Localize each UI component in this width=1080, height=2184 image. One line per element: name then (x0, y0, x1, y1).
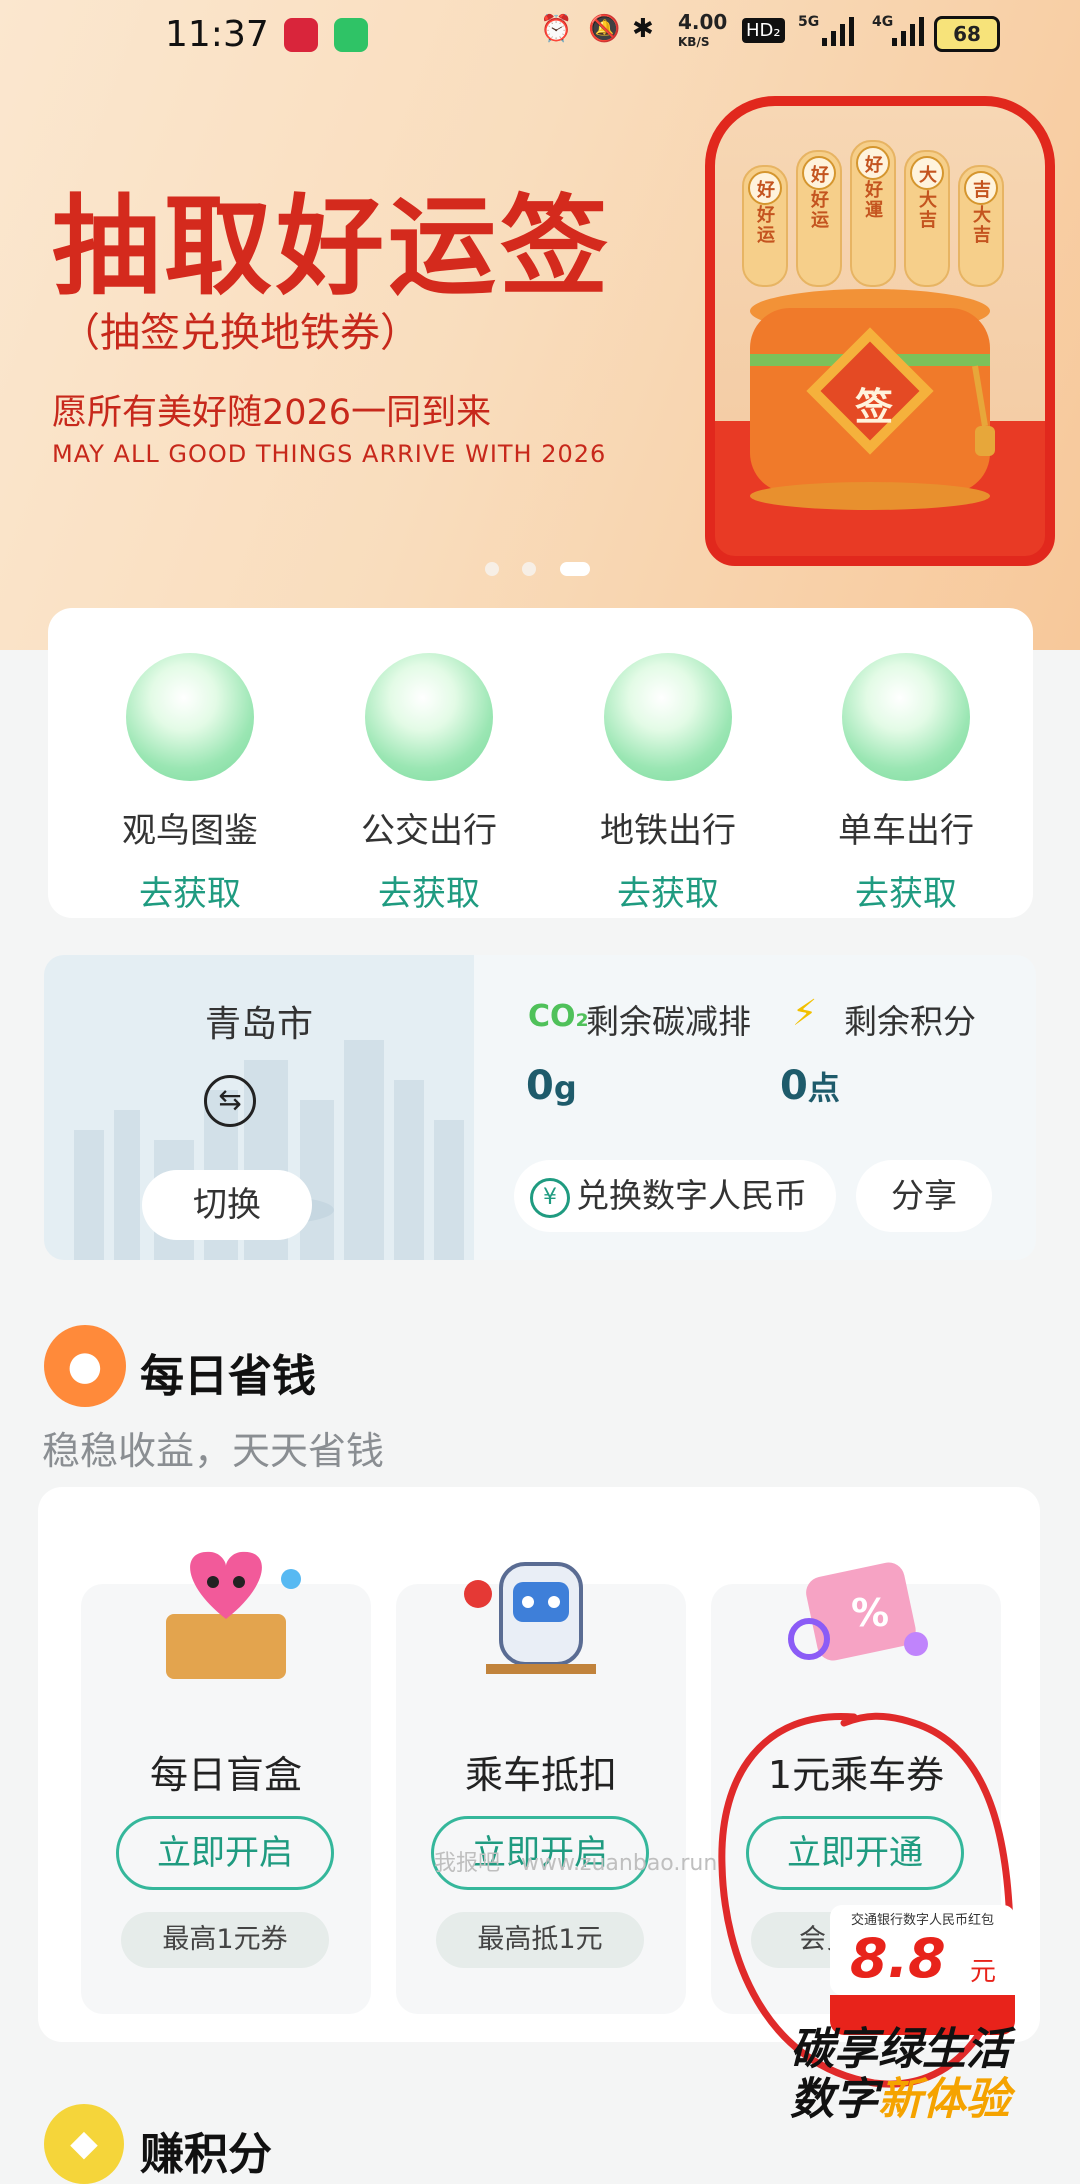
ecny-app-icon (284, 18, 318, 52)
banner-slogan-zh: 愿所有美好随2026一同到来 (52, 393, 492, 433)
status-time: 11:37 (165, 14, 269, 55)
fortune-stick-text: 好運 (865, 180, 883, 221)
alarm-icon: ⏰ (540, 14, 573, 44)
category-bird-guide[interactable]: 观鸟图鉴 去获取 (90, 653, 290, 915)
promo-amount: 8.8 (850, 1927, 946, 1990)
coin-icon: ◆ (44, 2104, 124, 2184)
remaining-carbon-label: 剩余碳减排 (586, 1002, 751, 1041)
category-name: 地铁出行 (600, 811, 736, 851)
bus-icon (365, 653, 493, 781)
section-title-earn-points: 赚积分 (140, 2129, 272, 2180)
piggy-bank-icon: ● (44, 1325, 126, 1407)
bird-guide-icon (126, 653, 254, 781)
ecny-icon: ¥ (530, 1177, 570, 1218)
fortune-stick-top-char: 好 (811, 165, 829, 186)
fortune-stick-top-char: 好 (865, 155, 883, 176)
item-tag: 最高抵1元 (436, 1912, 644, 1968)
metro-icon (604, 653, 732, 781)
signal-4g-icon (890, 14, 930, 52)
open-now-button[interactable]: 立即开启 (116, 1816, 334, 1890)
promo-small-text: 交通银行数字人民币红包 (850, 1913, 994, 1928)
category-bus[interactable]: 公交出行 去获取 (329, 653, 529, 915)
category-get-link[interactable]: 去获取 (806, 866, 1006, 915)
network-speed: 4.00 KB/S (678, 10, 728, 49)
category-get-link[interactable]: 去获取 (90, 866, 290, 915)
section-subtitle-daily-save: 稳稳收益，天天省钱 (42, 1429, 385, 1473)
category-get-link[interactable]: 去获取 (568, 866, 768, 915)
metro-train-icon (464, 1562, 596, 1674)
banner-title: 抽取好运签 (52, 184, 613, 310)
network-5g-label: 5G (798, 14, 820, 30)
category-name: 单车出行 (838, 811, 974, 851)
carousel-dot-3-active[interactable] (560, 562, 590, 576)
heart-gift-box-icon (166, 1551, 301, 1679)
promo-slogan: 碳享绿生活 数字新体验 (790, 2024, 1010, 2125)
lucky-draw-banner[interactable]: 抽取好运签 （抽签兑换地铁券） 愿所有美好随2026一同到来 MAY ALL G… (0, 0, 1080, 650)
category-bike[interactable]: 单车出行 去获取 (806, 653, 1006, 915)
pot-character: 签 (855, 385, 894, 429)
fortune-stick-top-char: 好 (757, 180, 775, 201)
blind-box-item[interactable]: 每日盲盒 立即开启 最高1元券 (81, 1551, 371, 2014)
battery-indicator: 68 (934, 16, 1000, 52)
city-name: 青岛市 (204, 1004, 313, 1045)
fortune-stick-top-char: 大 (919, 165, 937, 186)
points-value: 0点 (780, 1063, 840, 1109)
item-tag: 最高1元券 (121, 1912, 329, 1968)
fortune-stick-text: 大吉 (973, 205, 991, 246)
switch-city-button[interactable]: 切换 (142, 1170, 312, 1240)
banner-slogan-en: MAY ALL GOOD THINGS ARRIVE WITH 2026 (52, 440, 607, 468)
fortune-stick-top-char: 吉 (973, 180, 991, 201)
remaining-points-label: 剩余积分 (844, 1002, 976, 1041)
svg-text:%: % (851, 1591, 889, 1635)
section-title-daily-save: 每日省钱 (140, 1351, 316, 1402)
status-bar: 11:37 ⏰ 🔕 ✱ 4.00 KB/S HD₂ 5G 4G 68 (0, 0, 1080, 66)
exchange-ecny-button[interactable]: ¥ 兑换数字人民币 (514, 1160, 836, 1232)
bluetooth-icon: ✱ (632, 14, 654, 44)
ecny-red-packet-promo[interactable]: 交通银行数字人民币红包 8.8 元 (830, 1905, 1015, 1995)
signal-5g-icon (820, 14, 860, 52)
category-name: 观鸟图鉴 (122, 811, 258, 851)
travel-category-card: 观鸟图鉴 去获取 公交出行 去获取 地铁出行 去获取 单车出行 去获取 (48, 608, 1033, 918)
category-name: 公交出行 (361, 811, 497, 851)
category-metro[interactable]: 地铁出行 去获取 (568, 653, 768, 915)
city-panel: 青岛市 ⇆ 切换 (44, 955, 474, 1260)
category-get-link[interactable]: 去获取 (329, 866, 529, 915)
fortune-stick-text: 大吉 (919, 190, 937, 231)
lightning-icon: ⚡ (792, 993, 818, 1034)
swap-icon[interactable]: ⇆ (204, 1075, 256, 1127)
carbon-points-panel: CO₂ 剩余碳减排 ⚡ 剩余积分 0g 0点 ¥ 兑换数字人民币 分享 (474, 955, 1036, 1260)
bike-icon (842, 653, 970, 781)
item-name: 每日盲盒 (149, 1753, 302, 1797)
share-button[interactable]: 分享 (856, 1160, 992, 1232)
carousel-dot-1[interactable] (485, 562, 499, 576)
hd-voice-badge: HD₂ (742, 18, 785, 43)
co2-icon: CO₂ (528, 999, 589, 1034)
discount-ticket-icon: % (788, 1562, 928, 1661)
item-name: 乘车抵扣 (464, 1753, 617, 1797)
watermark: 我报吧 · www.zuanbao.run (434, 1851, 718, 1876)
fortune-stick-text: 好运 (811, 190, 829, 231)
carbon-value: 0g (526, 1063, 577, 1109)
fortune-stick-text: 好运 (757, 205, 775, 246)
fortune-pot-illustration: 签 好好好大吉好运 好运 好運 大吉 大吉 (705, 96, 1055, 566)
carousel-dot-2[interactable] (522, 562, 536, 576)
banner-subtitle: （抽签兑换地铁券） (60, 310, 420, 356)
chat-app-icon (334, 18, 368, 52)
mute-icon: 🔕 (588, 14, 621, 44)
promo-unit: 元 (970, 1957, 997, 1987)
ride-deduction-item[interactable]: 乘车抵扣 立即开启 最高抵1元 (396, 1562, 686, 2014)
